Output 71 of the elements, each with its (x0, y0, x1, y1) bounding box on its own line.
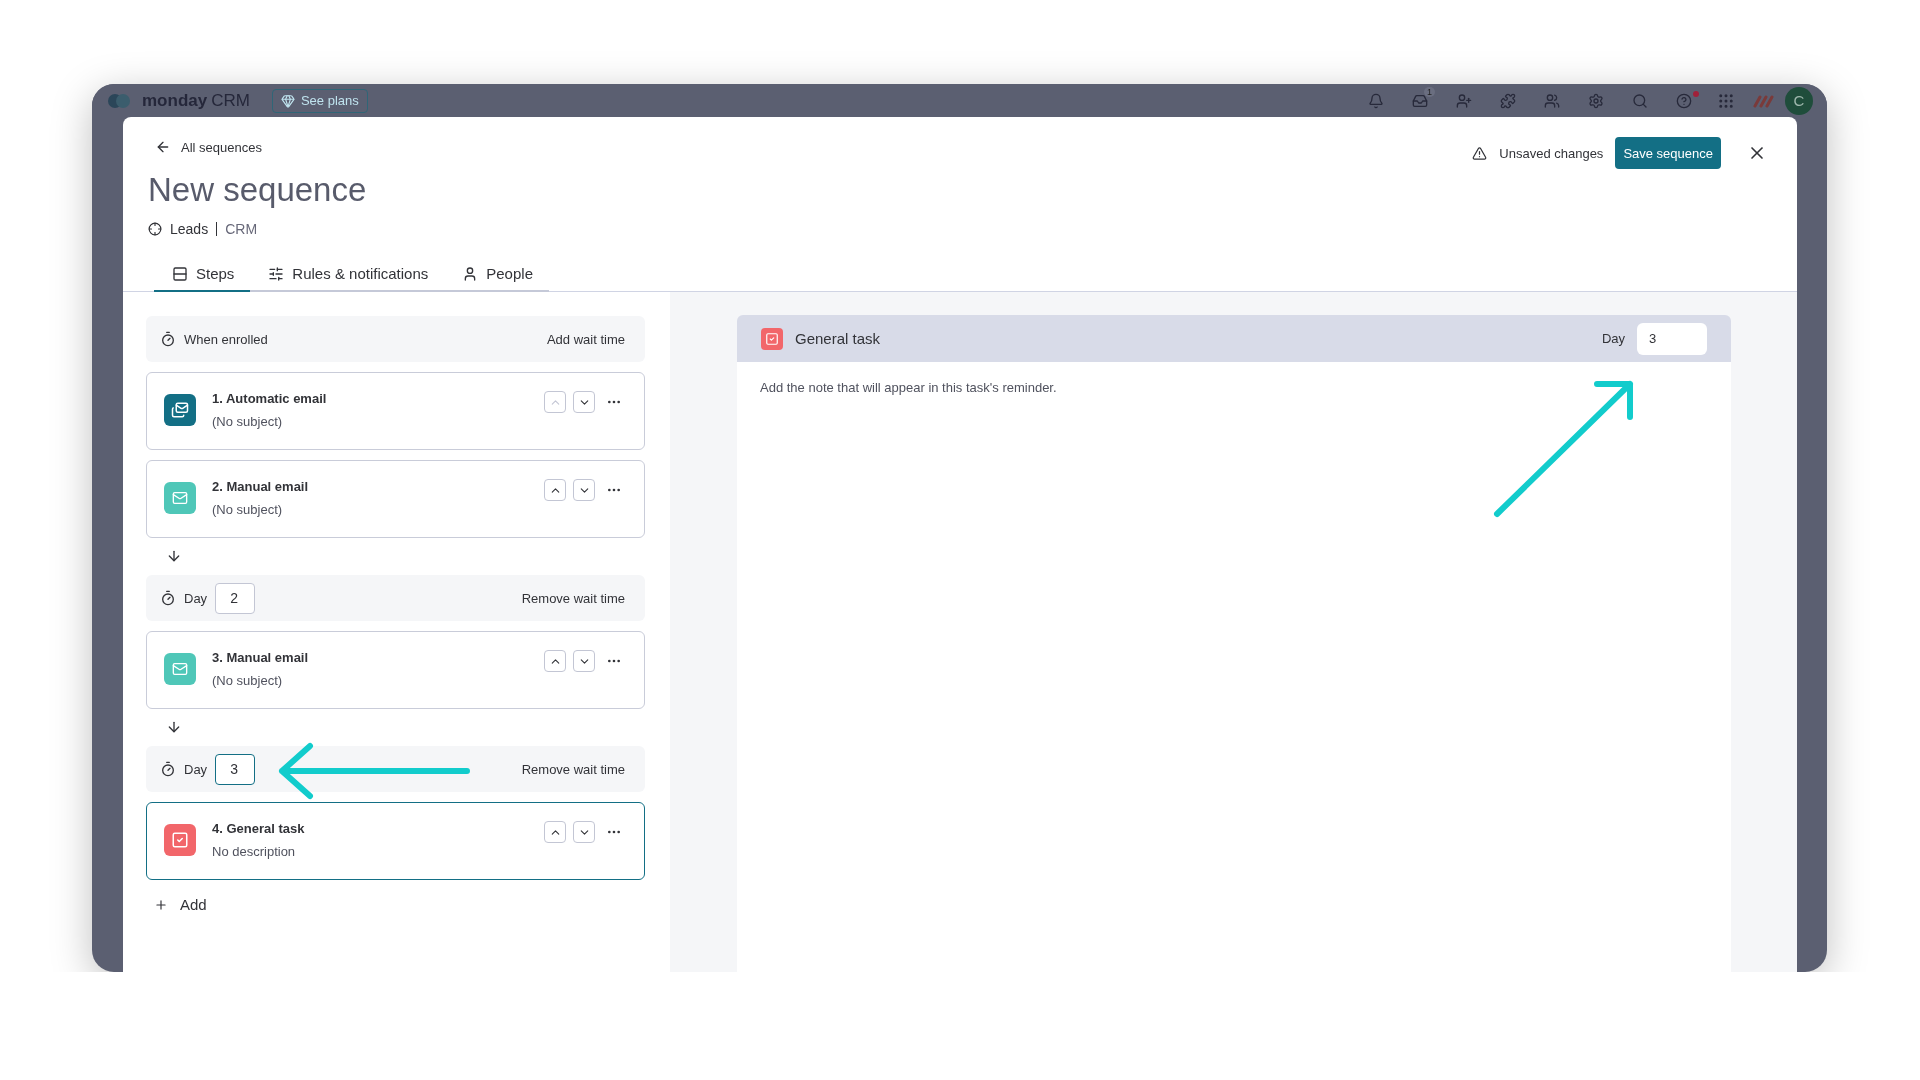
people-icon[interactable] (1544, 92, 1560, 109)
avatar[interactable]: C (1785, 86, 1813, 115)
stopwatch-icon (160, 590, 176, 606)
mail-glyph-icon (172, 490, 188, 506)
day-field[interactable]: 3 (215, 753, 256, 785)
stopwatch-icon (160, 331, 176, 347)
puzzle-icon[interactable] (1500, 92, 1516, 109)
inbox-icon[interactable] (1412, 92, 1428, 109)
step-title: 3. Manual email (212, 650, 309, 665)
workspace-name: CRM (225, 221, 258, 237)
step-card[interactable]: 1. Automatic email (No subject) (146, 372, 645, 450)
move-up-button[interactable] (544, 650, 566, 672)
add-wait-link[interactable]: Add wait time (546, 331, 625, 347)
day-field[interactable]: 2 (215, 582, 256, 614)
day-label: Day (184, 761, 208, 777)
back-link[interactable]: All sequences (155, 137, 367, 157)
warning-icon (1472, 145, 1488, 161)
search-icon[interactable] (1632, 92, 1648, 109)
step-card[interactable]: 2. Manual email (No subject) (146, 460, 645, 538)
settings-icon[interactable] (1588, 92, 1604, 109)
logo-icon (108, 92, 132, 109)
step-subtitle: (No subject) (212, 414, 284, 429)
gem-icon (280, 93, 295, 108)
step-subtitle: (No subject) (212, 673, 284, 688)
mail-glyph-icon (172, 661, 188, 677)
step-card[interactable]: 3. Manual email (No subject) (146, 631, 645, 709)
see-plans-button[interactable]: See plans (271, 88, 368, 113)
help-icon[interactable] (1676, 92, 1692, 109)
step-card[interactable]: 4. General task No description (146, 802, 645, 880)
page-title: New sequence (148, 171, 367, 209)
step-title: 1. Automatic email (212, 391, 327, 406)
add-button[interactable]: Add (146, 896, 207, 913)
check-glyph-icon (171, 831, 189, 849)
panel-title: General task (795, 330, 881, 347)
day-label: Day (1601, 331, 1625, 346)
stopwatch-icon (160, 761, 176, 777)
move-down-button[interactable] (573, 821, 595, 843)
move-down-button[interactable] (573, 391, 595, 413)
remove-wait-link[interactable]: Remove wait time (521, 590, 625, 606)
tab[interactable]: People (444, 257, 549, 292)
trigger-label: When enrolled (184, 331, 268, 347)
sliders-icon (268, 265, 285, 282)
move-down-button[interactable] (573, 650, 595, 672)
plus-icon (154, 897, 168, 912)
stacked-mail-glyph-icon (171, 401, 189, 419)
logo-text: monday (142, 90, 208, 111)
step-subtitle: No description (212, 844, 297, 859)
rows-icon (172, 265, 188, 282)
save-button[interactable]: Save sequence (1615, 137, 1721, 169)
step-subtitle: (No subject) (212, 502, 284, 517)
remove-wait-link[interactable]: Remove wait time (521, 761, 625, 777)
add-person-icon[interactable] (1456, 92, 1472, 109)
move-down-button[interactable] (573, 479, 595, 501)
day-label: Day (184, 590, 208, 606)
alert-dot (1693, 90, 1699, 97)
notification-count: 1 (1424, 86, 1435, 97)
target-icon (148, 222, 162, 236)
step-title: 2. Manual email (212, 479, 309, 494)
unsaved-status: Unsaved changes (1499, 145, 1604, 161)
apps-grid-icon[interactable] (1717, 91, 1735, 110)
bell-icon[interactable] (1368, 92, 1384, 109)
day-field[interactable]: 3 (1637, 322, 1707, 355)
note-field[interactable]: Add the note that will appear in this task's reminder. (737, 362, 1731, 972)
product-name: CRM (211, 90, 250, 111)
move-up-button[interactable] (544, 479, 566, 501)
board-name: Leads (170, 221, 209, 237)
stripes-logo-icon (1753, 93, 1775, 108)
tab[interactable]: Rules & notifications (250, 257, 445, 292)
move-up-button[interactable] (544, 821, 566, 843)
tab[interactable]: Steps (154, 257, 251, 292)
step-title: 4. General task (212, 821, 305, 836)
